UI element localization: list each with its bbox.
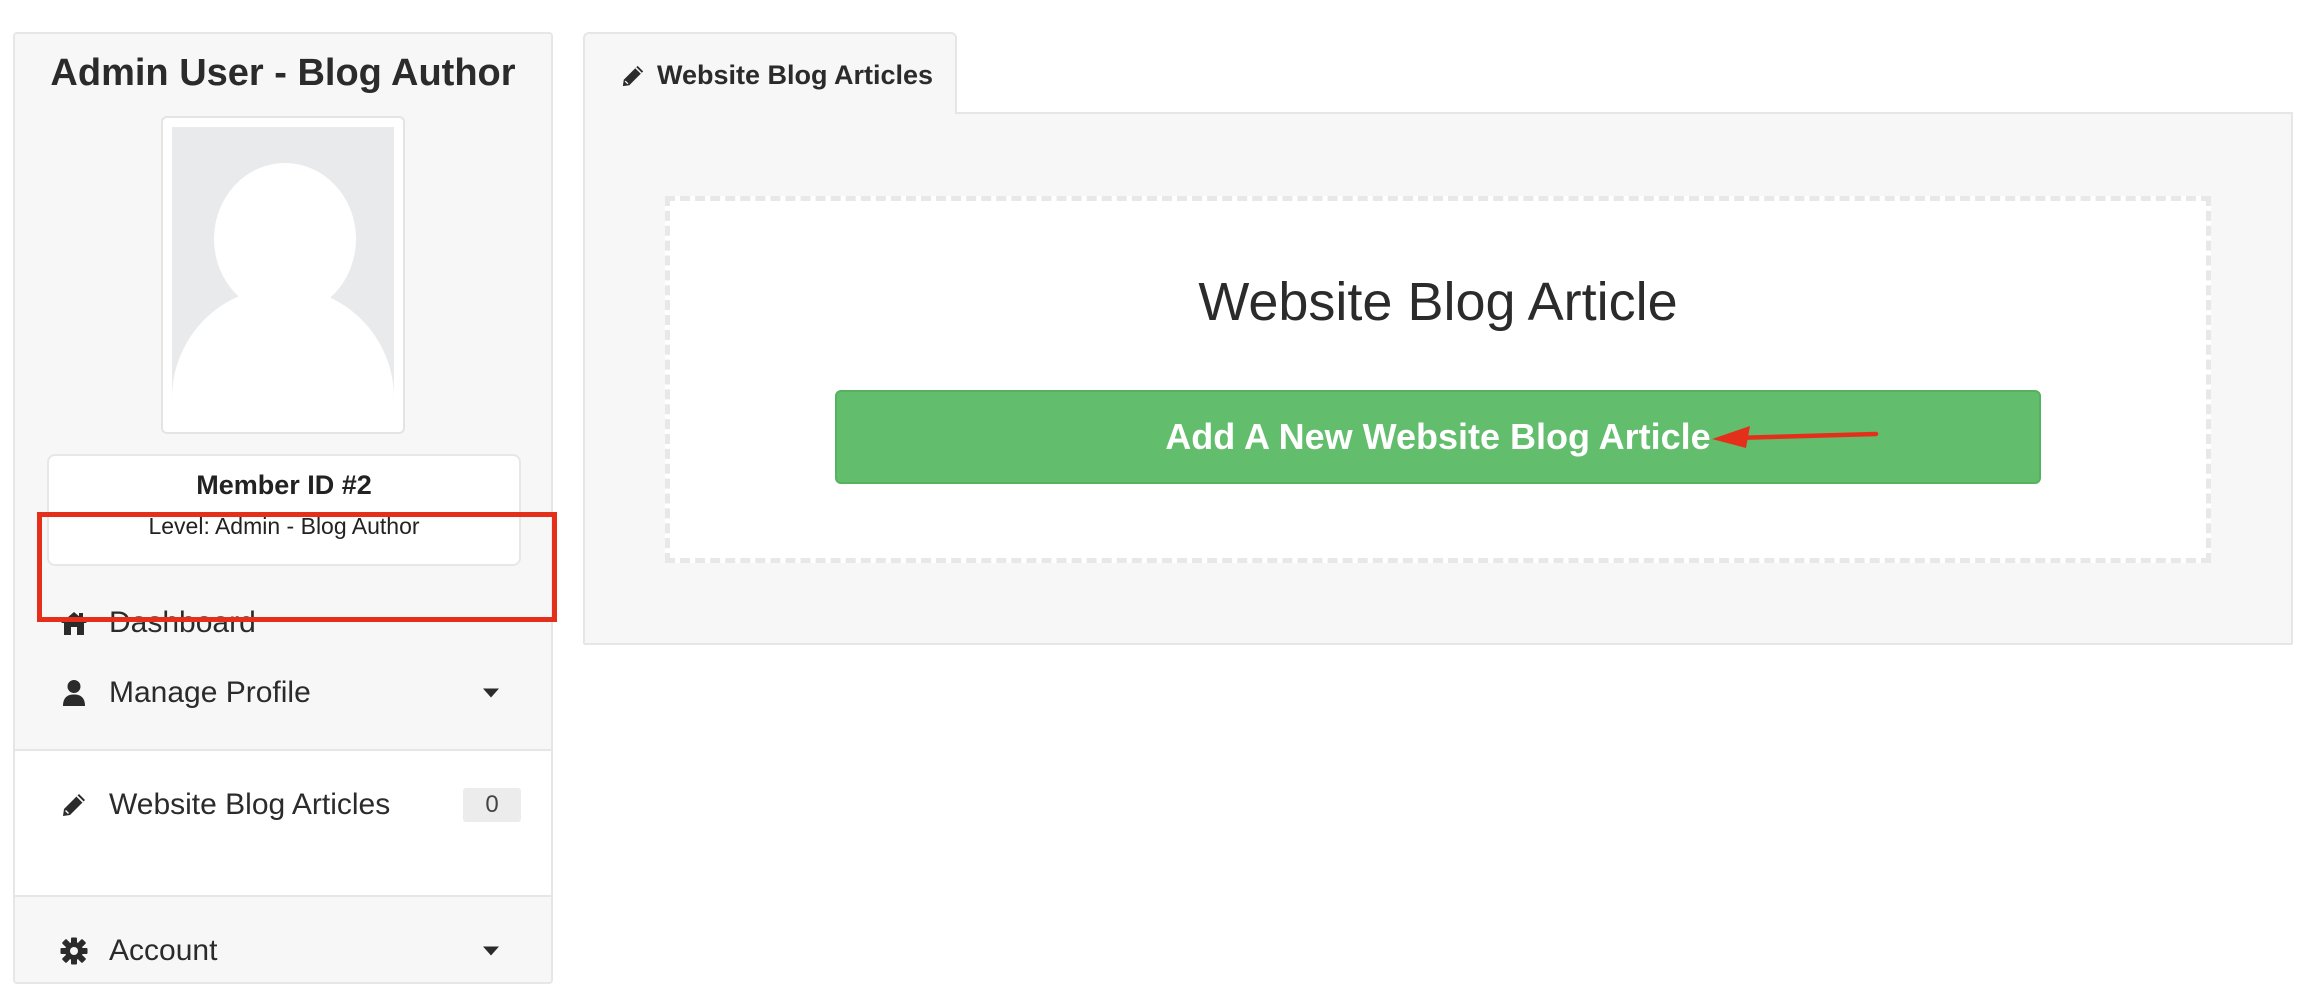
add-new-article-button[interactable]: Add A New Website Blog Article [835,390,2041,484]
sidebar-item-label: Account [109,934,218,967]
avatar [161,116,405,434]
divider [15,895,551,897]
sidebar-item-dashboard[interactable]: Dashboard [15,590,551,656]
chevron-down-icon[interactable] [483,688,499,698]
tab-website-blog-articles[interactable]: Website Blog Articles [583,32,957,114]
member-card: Member ID #2 Level: Admin - Blog Author [47,454,521,566]
sidebar-item-manage-profile[interactable]: Manage Profile [15,660,551,726]
home-icon [59,608,89,638]
user-icon [59,678,89,708]
sidebar-item-label: Website Blog Articles [109,788,391,821]
pencil-icon [59,790,89,820]
sidebar-item-website-blog-articles[interactable]: Website Blog Articles 0 [15,772,551,838]
avatar-placeholder-icon [172,127,394,423]
member-id: Member ID #2 [196,470,372,500]
pencil-icon [621,64,645,88]
page-title: Website Blog Article [1198,272,1678,332]
sidebar-item-label: Dashboard [109,606,256,639]
tab-label: Website Blog Articles [657,60,934,90]
sidebar-item-label: Manage Profile [109,676,311,709]
main-panel: Website Blog Article Add A New Website B… [583,112,2293,645]
chevron-down-icon[interactable] [483,946,499,956]
gear-icon [59,936,89,966]
sidebar-item-account[interactable]: Account [15,918,551,984]
profile-name: Admin User - Blog Author [50,52,516,94]
article-dropzone: Website Blog Article Add A New Website B… [665,196,2211,563]
member-level: Level: Admin - Blog Author [148,513,420,539]
sidebar: Admin User - Blog Author Member ID #2 Le… [13,32,557,984]
count-badge: 0 [463,788,521,822]
